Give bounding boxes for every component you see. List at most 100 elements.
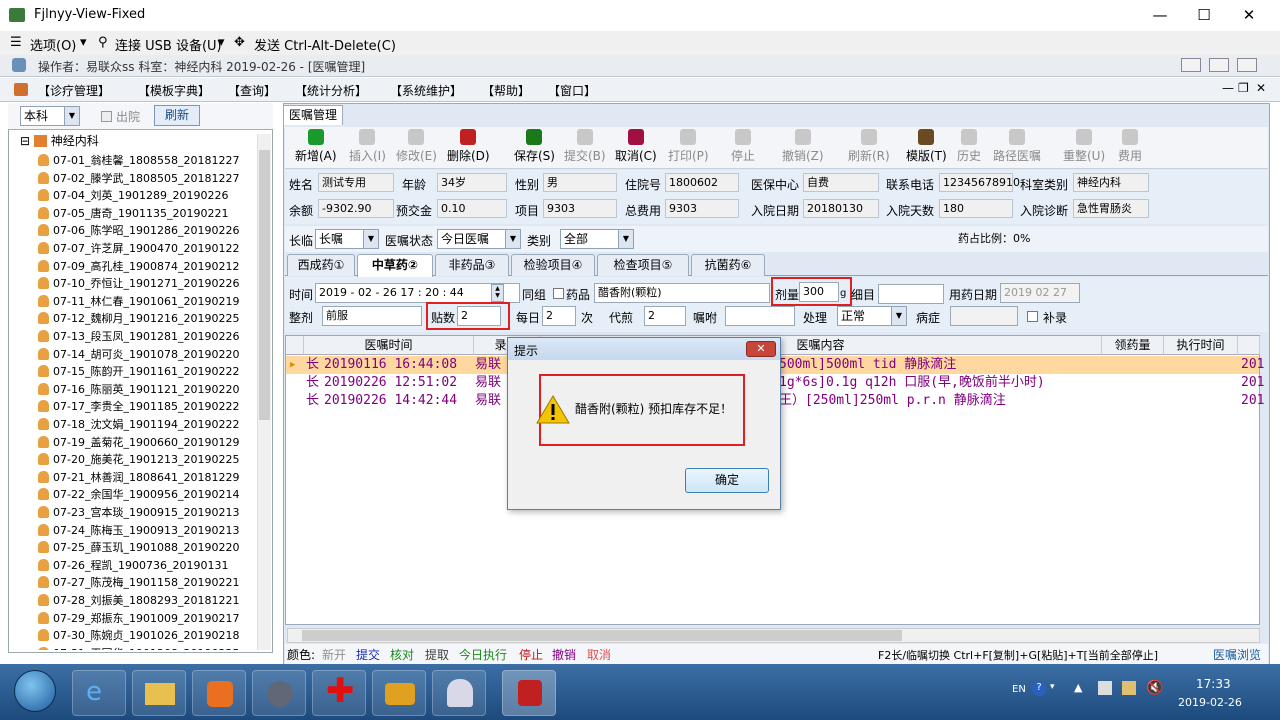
menu-system[interactable]: 【系统维护】 xyxy=(390,82,462,99)
time-input[interactable]: 2019 - 02 - 26 17 : 20 : 44 xyxy=(315,283,520,303)
hscroll-thumb[interactable] xyxy=(302,630,902,641)
mdi-minimize-button[interactable] xyxy=(1181,58,1201,72)
volume-icon[interactable]: 🔇 xyxy=(1146,680,1163,696)
media-taskbar-icon[interactable] xyxy=(192,670,246,716)
grid-header-exec[interactable]: 执行时间 xyxy=(1164,336,1238,355)
dept-select[interactable]: 本科 ▼ xyxy=(20,106,80,126)
tab-order-management[interactable]: 医嘱管理 xyxy=(283,105,343,125)
detail-input[interactable] xyxy=(878,284,944,304)
disease-input[interactable] xyxy=(950,306,1018,326)
patient-tree-item[interactable]: 07-15_陈韵开_1901161_20190222 xyxy=(38,363,239,381)
menu-window[interactable]: 【窗口】 xyxy=(548,82,596,99)
patient-tree-item[interactable]: 07-20_施美花_1901213_20190225 xyxy=(38,451,239,469)
toolbar-button-11[interactable]: 模版(T) xyxy=(906,129,947,164)
patient-tree-item[interactable]: 07-12_魏柳月_1901216_20190225 xyxy=(38,310,239,328)
chevron-up-icon[interactable]: ▲ xyxy=(1074,681,1082,694)
language-indicator[interactable]: EN xyxy=(1012,684,1026,695)
sql-taskbar-icon[interactable] xyxy=(372,670,426,716)
proc-select[interactable]: 正常 ▼ xyxy=(837,306,907,326)
patient-tree-item[interactable]: 07-29_郑振东_1901009_20190217 xyxy=(38,610,239,628)
patient-tree-item[interactable]: 07-01_翁桂馨_1808558_20181227 xyxy=(38,152,239,170)
status-select[interactable]: 今日医嘱 ▼ xyxy=(437,229,521,249)
menu-clinical[interactable]: 【诊疗管理】 xyxy=(38,82,110,99)
ie-taskbar-icon[interactable]: e xyxy=(72,670,126,716)
dai-input[interactable]: 2 xyxy=(644,306,686,326)
bulu-checkbox[interactable] xyxy=(1027,311,1038,322)
patient-tree-item[interactable]: 07-13_段玉凤_1901281_20190226 xyxy=(38,328,239,346)
category-select[interactable]: 全部 ▼ xyxy=(560,229,634,249)
patient-tree-item[interactable]: 07-27_陈茂梅_1901158_20190221 xyxy=(38,574,239,592)
patient-tree-item[interactable]: 07-02_滕学武_1808505_20181227 xyxy=(38,170,239,188)
patient-tree-item[interactable]: 07-19_盖菊花_1900660_20190129 xyxy=(38,434,239,452)
drug-input[interactable]: 醋香附(颗粒) xyxy=(594,283,770,303)
patient-tree-item[interactable]: 07-24_陈梅玉_1900913_20190213 xyxy=(38,522,239,540)
clock-date[interactable]: 2019-02-26 xyxy=(1178,696,1242,709)
mdi-close-button[interactable] xyxy=(1237,58,1257,72)
patient-tree-item[interactable]: 07-11_林仁春_1901061_20190219 xyxy=(38,293,239,311)
menu-statistics[interactable]: 【统计分析】 xyxy=(295,82,367,99)
toolbar-button-10[interactable]: 刷新(R) xyxy=(848,129,890,164)
flag-icon[interactable] xyxy=(1122,681,1136,695)
patient-tree-item[interactable]: 07-04_刘英_1901289_20190226 xyxy=(38,187,228,205)
refresh-button[interactable]: 刷新 xyxy=(154,105,200,126)
date-input[interactable]: 2019 02 27 xyxy=(1000,283,1080,303)
menu-help[interactable]: 【帮助】 xyxy=(482,82,530,99)
patient-tree-item[interactable]: 07-17_李贵全_1901185_20190222 xyxy=(38,398,239,416)
menu-query[interactable]: 【查询】 xyxy=(228,82,276,99)
maximize-button[interactable]: ☐ xyxy=(1181,0,1227,31)
time-spinner[interactable]: ▲ ▼ xyxy=(491,284,504,302)
patient-tree-item[interactable]: 07-10_乔恒让_1901271_20190226 xyxy=(38,275,239,293)
grid-header-qty[interactable]: 领药量 xyxy=(1102,336,1164,355)
app1-taskbar-icon[interactable] xyxy=(252,670,306,716)
patient-tree-item[interactable]: 07-06_陈学昭_1901286_20190226 xyxy=(38,222,239,240)
patient-tree-item[interactable]: 07-22_余国华_1900956_20190214 xyxy=(38,486,239,504)
mdi-close-icon[interactable]: ✕ xyxy=(1256,81,1266,95)
toolbar-button-8[interactable]: 停止 xyxy=(731,129,755,164)
active-app-taskbar-icon[interactable] xyxy=(502,670,556,716)
patient-tree-item[interactable]: 07-30_陈婉贞_1901026_20190218 xyxy=(38,627,239,645)
start-button[interactable] xyxy=(14,670,56,712)
patient-tree-item[interactable]: 07-31_王国华_1901208_20190225 xyxy=(38,645,239,650)
patient-tree-item[interactable]: 07-05_唐奇_1901135_20190221 xyxy=(38,205,228,223)
toolbar-button-2[interactable]: 修改(E) xyxy=(396,129,437,164)
patient-tree-item[interactable]: 07-14_胡可炎_1901078_20190220 xyxy=(38,346,239,364)
toolbar-button-12[interactable]: 历史 xyxy=(957,129,981,164)
note-input[interactable] xyxy=(725,306,795,326)
toolbar-button-6[interactable]: 取消(C) xyxy=(615,129,657,164)
help-icon[interactable]: ? xyxy=(1032,682,1046,696)
toolbar-button-4[interactable]: 保存(S) xyxy=(514,129,555,164)
usb-menu[interactable]: 连接 USB 设备(U) xyxy=(115,35,222,54)
patient-tree-item[interactable]: 07-16_陈丽英_1901121_20190220 xyxy=(38,381,239,399)
toolbar-button-0[interactable]: 新增(A) xyxy=(295,129,337,164)
close-button[interactable]: ✕ xyxy=(1226,0,1272,31)
discharged-checkbox[interactable] xyxy=(101,111,112,122)
app-menu-icon[interactable] xyxy=(14,83,28,96)
tie-input[interactable]: 2 xyxy=(457,306,501,326)
network-icon[interactable] xyxy=(1098,681,1112,695)
options-menu[interactable]: 选项(O) xyxy=(30,35,76,54)
clock-time[interactable]: 17:33 xyxy=(1196,677,1231,691)
grid-hscrollbar[interactable] xyxy=(287,628,1260,643)
scrollbar-thumb[interactable] xyxy=(259,150,270,420)
same-group-checkbox[interactable] xyxy=(553,288,564,299)
toolbar-button-3[interactable]: 删除(D) xyxy=(447,129,490,164)
toolbar-button-7[interactable]: 打印(P) xyxy=(668,129,709,164)
patient-tree-item[interactable]: 07-21_林善润_1808641_20181229 xyxy=(38,469,239,487)
dialog-close-button[interactable]: ✕ xyxy=(746,341,776,357)
tab-non-drug[interactable]: 非药品③ xyxy=(435,254,509,276)
toolbar-button-5[interactable]: 提交(B) xyxy=(564,129,606,164)
mdi-restore-icon[interactable]: ❐ xyxy=(1238,81,1249,95)
decoct-input[interactable]: 前服 xyxy=(322,306,422,326)
mdi-restore-button[interactable] xyxy=(1209,58,1229,72)
mdi-min-icon[interactable]: — xyxy=(1222,81,1234,95)
toolbar-button-15[interactable]: 费用 xyxy=(1118,129,1142,164)
tab-herbal[interactable]: 中草药② xyxy=(357,254,433,277)
send-cad-button[interactable]: 发送 Ctrl-Alt-Delete(C) xyxy=(254,35,396,54)
dose-input[interactable]: 300 xyxy=(799,282,839,302)
tab-lab[interactable]: 检验项目④ xyxy=(511,254,595,276)
toolbar-button-13[interactable]: 路径医嘱 xyxy=(993,129,1041,164)
patient-tree-item[interactable]: 07-25_薛玉玑_1901088_20190220 xyxy=(38,539,239,557)
patient-tree-item[interactable]: 07-23_宫本琰_1900915_20190213 xyxy=(38,504,239,522)
tab-western[interactable]: 西成药① xyxy=(287,254,355,276)
grid-header-time[interactable]: 医嘱时间 xyxy=(304,336,474,355)
